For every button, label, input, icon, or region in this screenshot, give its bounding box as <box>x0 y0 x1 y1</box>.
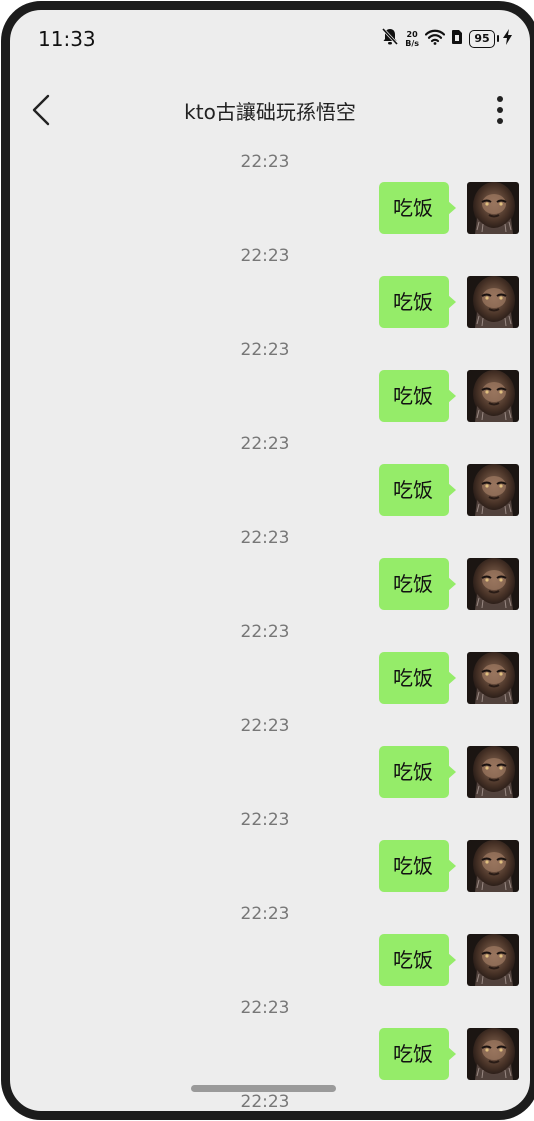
message-list[interactable]: 22:23 吃饭 22:23 吃饭 22:23 吃饭 22:23 吃饭 22:23 吃饭 22:23… <box>10 140 530 1112</box>
message-row: 吃饭 <box>379 934 519 986</box>
network-speed: 20 B/s <box>405 30 419 48</box>
bubble-tail <box>448 859 456 873</box>
user-avatar[interactable] <box>467 1028 519 1080</box>
message-row: 吃饭 <box>379 370 519 422</box>
chat-header: kto古讓础玩孫悟空 <box>10 80 530 140</box>
message-bubble[interactable]: 吃饭 <box>379 464 456 516</box>
battery-nub <box>497 35 499 42</box>
more-vertical-icon <box>497 96 503 124</box>
wifi-icon <box>424 29 446 49</box>
bubble-tail <box>448 1047 456 1061</box>
bubble-tail <box>448 953 456 967</box>
user-avatar[interactable] <box>467 370 519 422</box>
user-avatar[interactable] <box>467 182 519 234</box>
user-avatar[interactable] <box>467 934 519 986</box>
status-time: 11:33 <box>38 27 96 51</box>
message-bubble[interactable]: 吃饭 <box>379 1028 456 1080</box>
message-timestamp: 22:23 <box>240 810 290 830</box>
message-text: 吃饭 <box>393 854 433 878</box>
user-avatar[interactable] <box>467 746 519 798</box>
message-timestamp: 22:23 <box>240 1092 290 1112</box>
message-timestamp: 22:23 <box>240 904 290 924</box>
more-options-button[interactable] <box>490 94 510 126</box>
bubble-tail <box>448 577 456 591</box>
message-bubble[interactable]: 吃饭 <box>379 840 456 892</box>
bubble-tail <box>448 671 456 685</box>
bubble-tail <box>448 295 456 309</box>
message-timestamp: 22:23 <box>240 434 290 454</box>
message-row: 吃饭 <box>379 182 519 234</box>
network-speed-unit: B/s <box>405 39 419 48</box>
user-avatar[interactable] <box>467 276 519 328</box>
message-row: 吃饭 <box>379 558 519 610</box>
user-avatar[interactable] <box>467 558 519 610</box>
message-text: 吃饭 <box>393 196 433 220</box>
bell-off-icon <box>381 27 399 51</box>
network-speed-value: 20 <box>406 30 418 39</box>
message-timestamp: 22:23 <box>240 716 290 736</box>
user-avatar[interactable] <box>467 652 519 704</box>
charging-icon <box>503 29 512 49</box>
message-row: 吃饭 <box>379 276 519 328</box>
message-text: 吃饭 <box>393 572 433 596</box>
bubble-tail <box>448 483 456 497</box>
battery-level: 95 <box>474 32 490 45</box>
message-timestamp: 22:23 <box>240 152 290 172</box>
chat-title: kto古讓础玩孫悟空 <box>184 100 356 124</box>
message-text: 吃饭 <box>393 1042 433 1066</box>
message-row: 吃饭 <box>379 652 519 704</box>
message-bubble[interactable]: 吃饭 <box>379 558 456 610</box>
message-row: 吃饭 <box>379 746 519 798</box>
status-icons: 20 B/s 95 <box>381 27 512 51</box>
message-row: 吃饭 <box>379 840 519 892</box>
message-timestamp: 22:23 <box>240 622 290 642</box>
message-bubble[interactable]: 吃饭 <box>379 934 456 986</box>
battery-icon: 95 <box>469 30 499 48</box>
message-text: 吃饭 <box>393 290 433 314</box>
bubble-tail <box>448 389 456 403</box>
message-bubble[interactable]: 吃饭 <box>379 652 456 704</box>
bubble-tail <box>448 765 456 779</box>
message-bubble[interactable]: 吃饭 <box>379 182 456 234</box>
message-row: 吃饭 <box>379 464 519 516</box>
message-timestamp: 22:23 <box>240 340 290 360</box>
bubble-tail <box>448 201 456 215</box>
message-row: 吃饭 <box>379 1028 519 1080</box>
message-text: 吃饭 <box>393 948 433 972</box>
back-button[interactable] <box>28 94 58 126</box>
home-indicator[interactable] <box>191 1085 336 1092</box>
user-avatar[interactable] <box>467 840 519 892</box>
phone-screen: 11:33 20 B/s 95 kto古讓础玩孫悟空 22:23 吃饭 22:2… <box>1 1 534 1120</box>
message-timestamp: 22:23 <box>240 246 290 266</box>
message-text: 吃饭 <box>393 666 433 690</box>
message-text: 吃饭 <box>393 478 433 502</box>
message-bubble[interactable]: 吃饭 <box>379 746 456 798</box>
message-bubble[interactable]: 吃饭 <box>379 276 456 328</box>
message-text: 吃饭 <box>393 760 433 784</box>
chevron-left-icon <box>32 94 50 126</box>
status-bar: 11:33 20 B/s 95 <box>10 10 530 70</box>
message-bubble[interactable]: 吃饭 <box>379 370 456 422</box>
user-avatar[interactable] <box>467 464 519 516</box>
sim-icon <box>451 29 463 49</box>
message-timestamp: 22:23 <box>240 528 290 548</box>
message-text: 吃饭 <box>393 384 433 408</box>
message-timestamp: 22:23 <box>240 998 290 1018</box>
